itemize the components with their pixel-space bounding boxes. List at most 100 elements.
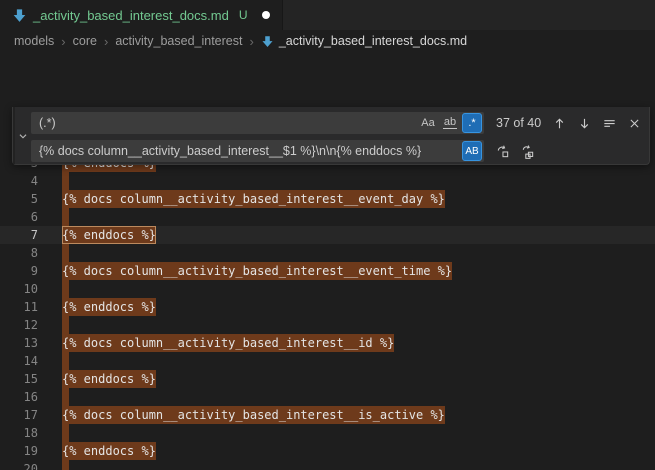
line-number: 12 — [0, 316, 38, 334]
code-line[interactable]: 15 {% enddocs %} — [0, 370, 655, 388]
line-number: 7 — [0, 226, 38, 244]
editor[interactable]: 1{% docs column__activity_based_interest… — [0, 52, 655, 470]
previous-match-button[interactable] — [548, 112, 570, 134]
tab-label: _activity_based_interest_docs.md — [33, 8, 229, 23]
line-text: {% enddocs %} — [62, 370, 156, 388]
line-text — [62, 352, 69, 370]
match-case-icon: Aa — [421, 117, 434, 129]
breadcrumb: models › core › activity_based_interest … — [0, 30, 655, 52]
whole-word-button[interactable]: ab — [440, 113, 460, 133]
code-line[interactable]: 11{% enddocs %} — [0, 298, 655, 316]
find-row: (.*) Aa ab .* 37 of 40 — [31, 112, 645, 134]
chevron-right-icon: › — [61, 34, 65, 49]
chevron-right-icon: › — [104, 34, 108, 49]
breadcrumb-item-file[interactable]: _activity_based_interest_docs.md — [261, 34, 467, 48]
find-input[interactable]: (.*) Aa ab .* — [31, 112, 484, 134]
match-case-button[interactable]: Aa — [418, 113, 438, 133]
chevron-right-icon: › — [249, 34, 253, 49]
empty-line-match-highlight — [62, 172, 69, 190]
code-line[interactable]: 5 {% docs column__activity_based_interest… — [0, 190, 655, 208]
code-line[interactable]: 10 — [0, 280, 655, 298]
find-in-selection-button[interactable] — [598, 112, 620, 134]
code-line[interactable]: 12 — [0, 316, 655, 334]
next-match-button[interactable] — [573, 112, 595, 134]
line-number: 11 — [0, 298, 38, 316]
empty-line-match-highlight — [62, 208, 69, 226]
code-line[interactable]: 18 — [0, 424, 655, 442]
line-number: 14 — [0, 352, 38, 370]
toggle-replace-button[interactable] — [13, 107, 31, 164]
arrow-down-icon — [577, 116, 592, 131]
breadcrumb-file-label: _activity_based_interest_docs.md — [279, 34, 467, 48]
match-highlight: {% docs column__activity_based_interest_… — [62, 262, 452, 280]
line-number: 18 — [0, 424, 38, 442]
line-text — [62, 172, 69, 190]
replace-row: {% docs column__activity_based_interest_… — [31, 140, 645, 162]
code-line[interactable]: 8 — [0, 244, 655, 262]
close-find-widget-button[interactable] — [623, 112, 645, 134]
current-match-highlight: {% enddocs %} — [62, 226, 156, 244]
line-number: 4 — [0, 172, 38, 190]
line-text: {% docs column__activity_based_interest_… — [62, 190, 445, 208]
line-text — [62, 460, 69, 470]
line-text: {% enddocs %} — [62, 442, 156, 460]
empty-line-match-highlight — [62, 424, 69, 442]
line-text: {% docs column__activity_based_interest_… — [62, 334, 394, 352]
line-number: 17 — [0, 406, 38, 424]
line-number: 16 — [0, 388, 38, 406]
code-line[interactable]: 19 {% enddocs %} — [0, 442, 655, 460]
code-lines: 1{% docs column__activity_based_interest… — [0, 118, 655, 470]
markdown-file-icon — [12, 8, 27, 23]
line-number: 20 — [0, 460, 38, 470]
replace-all-icon — [520, 144, 535, 159]
git-status-badge: U — [239, 8, 248, 22]
line-number: 15 — [0, 370, 38, 388]
match-highlight: {% docs column__activity_based_interest_… — [62, 190, 445, 208]
code-line[interactable]: 4 — [0, 172, 655, 190]
match-highlight: {% enddocs %} — [62, 442, 156, 460]
line-number: 19 — [0, 442, 38, 460]
code-line[interactable]: 9{% docs column__activity_based_interest… — [0, 262, 655, 280]
breadcrumb-item-models[interactable]: models — [14, 34, 54, 48]
empty-line-match-highlight — [62, 388, 69, 406]
code-line[interactable]: 7 {% enddocs %} — [0, 226, 655, 244]
tab-activity-based-interest-docs[interactable]: _activity_based_interest_docs.md U — [0, 0, 283, 30]
code-line[interactable]: 20 — [0, 460, 655, 470]
code-line[interactable]: 17 {% docs column__activity_based_interes… — [0, 406, 655, 424]
line-text — [62, 208, 69, 226]
line-number: 6 — [0, 208, 38, 226]
empty-line-match-highlight — [62, 244, 69, 262]
empty-line-match-highlight — [62, 460, 69, 470]
selection-lines-icon — [602, 116, 617, 131]
breadcrumb-item-activity-based-interest[interactable]: activity_based_interest — [115, 34, 242, 48]
close-icon — [628, 117, 641, 130]
code-line[interactable]: 6 — [0, 208, 655, 226]
empty-line-match-highlight — [62, 280, 69, 298]
line-number: 8 — [0, 244, 38, 262]
markdown-file-icon — [261, 35, 274, 48]
match-highlight: {% enddocs %} — [62, 370, 156, 388]
replace-input[interactable]: {% docs column__activity_based_interest_… — [31, 140, 484, 162]
whole-word-icon: ab — [443, 117, 457, 129]
breadcrumb-item-core[interactable]: core — [73, 34, 97, 48]
line-text — [62, 388, 69, 406]
modified-indicator-dot[interactable] — [262, 11, 270, 19]
line-text — [62, 280, 69, 298]
tab-bar: _activity_based_interest_docs.md U — [0, 0, 655, 30]
vscode-window: _activity_based_interest_docs.md U model… — [0, 0, 655, 470]
preserve-case-icon: AB — [465, 146, 478, 157]
line-number: 5 — [0, 190, 38, 208]
preserve-case-button[interactable]: AB — [462, 141, 482, 161]
empty-line-match-highlight — [62, 316, 69, 334]
code-line[interactable]: 14 — [0, 352, 655, 370]
arrow-up-icon — [552, 116, 567, 131]
code-line[interactable]: 13{% docs column__activity_based_interes… — [0, 334, 655, 352]
code-line[interactable]: 16 — [0, 388, 655, 406]
replace-value-text: {% docs column__activity_based_interest_… — [39, 144, 460, 158]
replace-all-button[interactable] — [516, 140, 538, 162]
line-text: {% docs column__activity_based_interest_… — [62, 262, 452, 280]
regex-icon: .* — [468, 117, 475, 129]
regex-button[interactable]: .* — [462, 113, 482, 133]
replace-button[interactable] — [491, 140, 513, 162]
line-text: {% docs column__activity_based_interest_… — [62, 406, 445, 424]
